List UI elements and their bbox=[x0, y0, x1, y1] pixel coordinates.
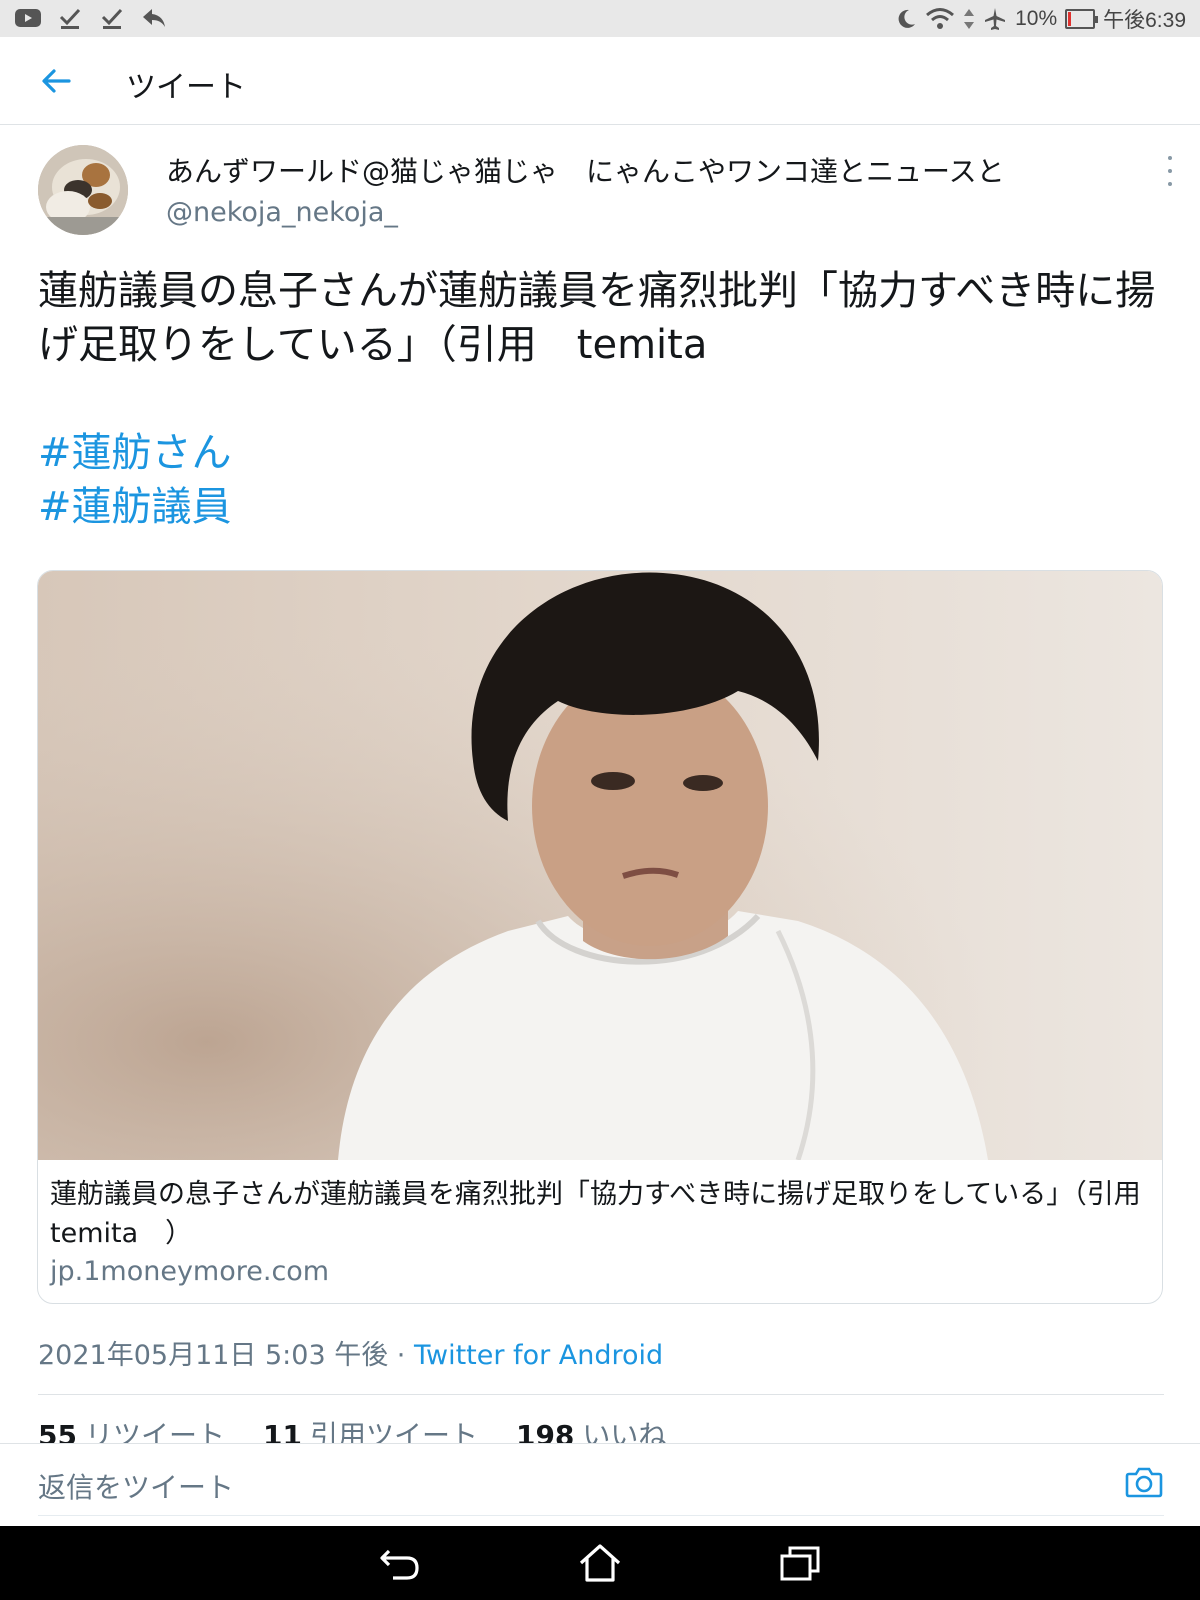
avatar[interactable] bbox=[38, 145, 128, 235]
card-domain: jp.1moneymore.com bbox=[50, 1256, 330, 1287]
source-link[interactable]: Twitter for Android bbox=[414, 1340, 663, 1371]
back-button[interactable] bbox=[36, 61, 76, 101]
link-card[interactable]: 蓮舫議員の息子さんが蓮舫議員を痛烈批判「協力すべき時に揚げ足取りをしている」（引… bbox=[37, 570, 1163, 1304]
back-arrow-icon bbox=[380, 1549, 419, 1580]
status-bar-system: 10% 午後6:39 bbox=[895, 4, 1186, 34]
retweet-count[interactable]: 55 リツイート bbox=[38, 1414, 225, 1444]
battery-icon bbox=[1065, 9, 1099, 29]
navigation-bar bbox=[0, 1526, 1200, 1600]
hashtag-list: #蓮舫さん #蓮舫議員 bbox=[38, 426, 232, 534]
tweet-stats: 55 リツイート 11 引用ツイート 198 いいね bbox=[38, 1414, 666, 1444]
arrow-left-icon bbox=[42, 69, 71, 93]
wifi-icon bbox=[926, 8, 955, 29]
cat-photo-icon bbox=[38, 145, 128, 235]
reply-bar: 返信をツイート bbox=[0, 1443, 1200, 1526]
hashtag-link[interactable]: #蓮舫議員 bbox=[38, 480, 232, 534]
check-download-icon bbox=[56, 5, 84, 31]
nav-home-button[interactable] bbox=[577, 1540, 623, 1586]
header: ツイート bbox=[0, 37, 1200, 125]
divider bbox=[38, 1394, 1164, 1395]
data-arrows-icon bbox=[964, 9, 975, 29]
hashtag-link[interactable]: #蓮舫さん bbox=[38, 426, 232, 480]
nav-back-button[interactable] bbox=[377, 1540, 423, 1586]
nav-recents-button[interactable] bbox=[777, 1540, 823, 1586]
more-options-icon[interactable] bbox=[1160, 156, 1180, 186]
airplane-icon bbox=[985, 8, 1006, 30]
quote-tweet-count[interactable]: 11 引用ツイート bbox=[263, 1414, 478, 1444]
timestamp: 2021年05月11日 5:03 午後 · bbox=[38, 1340, 414, 1371]
tweet-text: 蓮舫議員の息子さんが蓮舫議員を痛烈批判「協力すべき時に揚げ足取りをしている」（引… bbox=[38, 268, 1156, 368]
moon-icon bbox=[898, 9, 916, 28]
status-bar: 10% 午後6:39 bbox=[0, 0, 1200, 37]
clock: 午後6:39 bbox=[1103, 9, 1186, 32]
divider bbox=[38, 1515, 1164, 1516]
battery-percent: 10% bbox=[1015, 7, 1058, 30]
check-download-icon bbox=[98, 5, 126, 31]
camera-icon[interactable] bbox=[1124, 1462, 1164, 1502]
card-image[interactable] bbox=[38, 571, 1162, 1160]
battery-fill bbox=[1068, 12, 1072, 26]
card-title: 蓮舫議員の息子さんが蓮舫議員を痛烈批判「協力すべき時に揚げ足取りをしている」（引… bbox=[50, 1179, 1162, 1249]
author-name[interactable]: あんずワールド@猫じゃ猫じゃ にゃんこやワンコ達とニュースと bbox=[166, 150, 1005, 190]
author-handle[interactable]: @nekoja_nekoja_ bbox=[166, 197, 398, 228]
youtube-icon bbox=[14, 5, 42, 31]
status-bar-notifications bbox=[14, 5, 168, 31]
reply-input[interactable]: 返信をツイート bbox=[38, 1466, 234, 1506]
recent-apps-icon bbox=[780, 1546, 820, 1581]
tweet-meta: 2021年05月11日 5:03 午後 · Twitter for Androi… bbox=[38, 1333, 663, 1372]
like-count[interactable]: 198 いいね bbox=[516, 1414, 666, 1444]
page-title: ツイート bbox=[126, 70, 246, 105]
person-photo-icon bbox=[38, 571, 1162, 1160]
reply-arrow-icon bbox=[140, 5, 168, 31]
home-icon bbox=[579, 1544, 621, 1582]
